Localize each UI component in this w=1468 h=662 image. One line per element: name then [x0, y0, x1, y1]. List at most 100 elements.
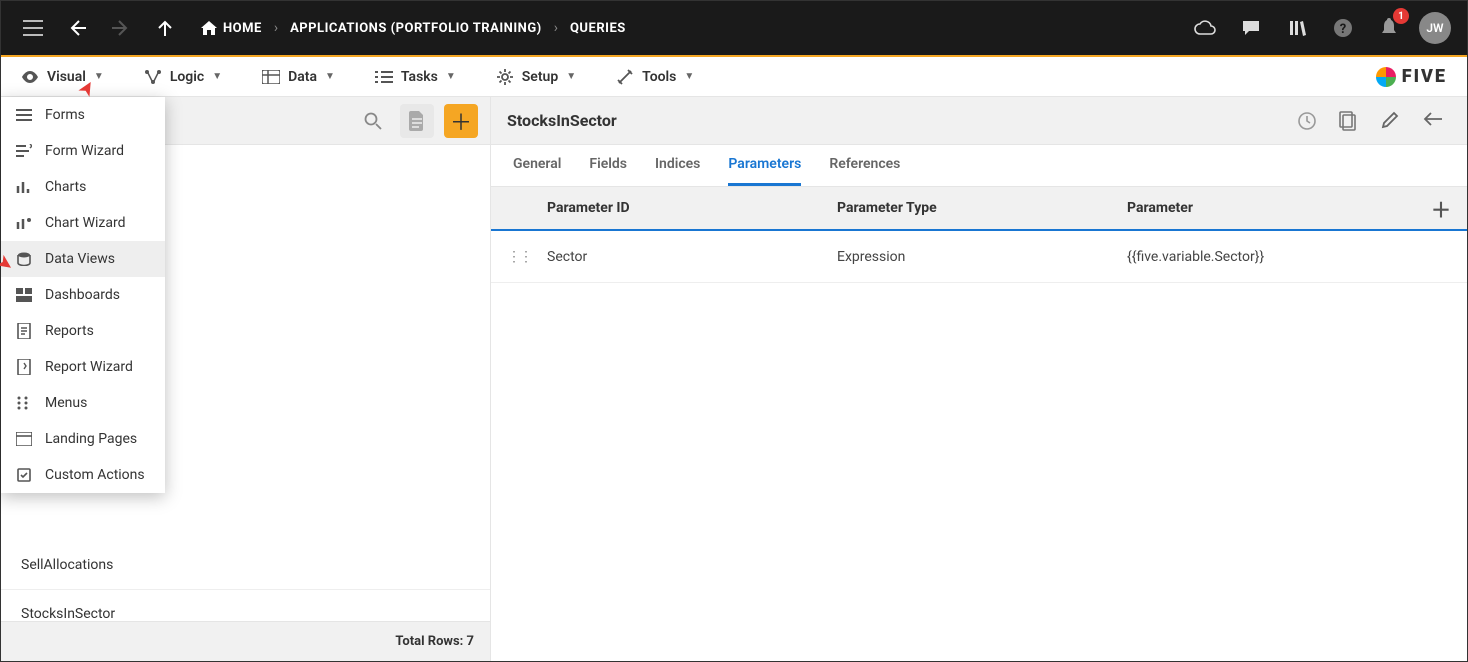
library-icon[interactable]	[1281, 12, 1313, 44]
gear-icon	[496, 68, 514, 86]
breadcrumb-home[interactable]: HOME	[201, 21, 262, 36]
menu-tasks[interactable]: Tasks ▼	[375, 68, 456, 86]
menu-logic[interactable]: Logic ▼	[144, 68, 222, 86]
dropdown-label: Dashboards	[45, 287, 120, 303]
chevron-down-icon: ▼	[212, 71, 222, 82]
pinwheel-icon	[1376, 67, 1396, 87]
dropdown-item-menus[interactable]: Menus	[1, 385, 165, 421]
tab-references[interactable]: References	[829, 145, 900, 186]
top-bar: HOME › APPLICATIONS (PORTFOLIO TRAINING)…	[1, 1, 1467, 57]
cell-parameter-id: Sector	[547, 249, 837, 265]
menu-tools-label: Tools	[642, 69, 676, 85]
search-icon[interactable]	[356, 104, 390, 138]
main-area: ＋ Forms Form Wizard Charts Chart Wizard	[1, 97, 1467, 661]
drag-handle-icon[interactable]: ⋮⋮	[507, 249, 547, 265]
breadcrumb-applications[interactable]: APPLICATIONS (PORTFOLIO TRAINING)	[290, 21, 542, 36]
svg-text:?: ?	[1340, 22, 1346, 37]
menu-visual[interactable]: Visual ▼	[21, 68, 104, 86]
total-rows-label: Total Rows: 7	[395, 634, 474, 649]
topbar-right: ? 1 JW	[1189, 12, 1451, 44]
chat-icon[interactable]	[1235, 12, 1267, 44]
list-item-label: StocksInSector	[21, 606, 115, 621]
right-pane: StocksInSector General Fields Indices	[491, 97, 1467, 661]
chevron-right-icon: ›	[274, 20, 278, 36]
custom-actions-icon	[15, 466, 33, 484]
dropdown-item-data-views[interactable]: Data Views	[1, 241, 165, 277]
eye-icon	[21, 68, 39, 86]
dropdown-label: Report Wizard	[45, 359, 133, 375]
copy-icon[interactable]	[1339, 111, 1367, 131]
forward-icon	[105, 12, 137, 44]
charts-icon	[15, 178, 33, 196]
list-item-label: SellAllocations	[21, 557, 113, 573]
tab-indices[interactable]: Indices	[655, 145, 700, 186]
tab-label: General	[513, 156, 561, 172]
dropdown-label: Charts	[45, 179, 86, 195]
dropdown-item-form-wizard[interactable]: Form Wizard	[1, 133, 165, 169]
form-wizard-icon	[15, 142, 33, 160]
data-icon	[262, 68, 280, 86]
chevron-down-icon: ▼	[94, 71, 104, 82]
menu-tools[interactable]: Tools ▼	[616, 68, 694, 86]
data-views-icon	[15, 250, 33, 268]
tab-fields[interactable]: Fields	[589, 145, 627, 186]
dropdown-label: Form Wizard	[45, 143, 124, 159]
visual-dropdown: Forms Form Wizard Charts Chart Wizard Da…	[1, 97, 165, 493]
hamburger-icon[interactable]	[17, 12, 49, 44]
cloud-icon[interactable]	[1189, 12, 1221, 44]
menu-visual-label: Visual	[47, 69, 86, 85]
dropdown-item-reports[interactable]: Reports	[1, 313, 165, 349]
toolbar: Visual ▼ Logic ▼ Data ▼ Tasks ▼ Setup ▼ …	[1, 57, 1467, 97]
tab-label: Fields	[589, 156, 627, 172]
menu-data[interactable]: Data ▼	[262, 68, 335, 86]
dropdown-label: Forms	[45, 107, 85, 123]
list-item[interactable]: StocksInSector	[1, 590, 490, 621]
back-arrow-icon[interactable]	[1423, 111, 1451, 131]
breadcrumb-home-label: HOME	[223, 21, 262, 36]
dropdown-item-chart-wizard[interactable]: Chart Wizard	[1, 205, 165, 241]
back-icon[interactable]	[61, 12, 93, 44]
notifications-icon[interactable]: 1	[1373, 12, 1405, 44]
right-header: StocksInSector	[491, 97, 1467, 145]
chart-wizard-icon	[15, 214, 33, 232]
add-row-button[interactable]: ＋	[1411, 194, 1451, 223]
dropdown-item-forms[interactable]: Forms	[1, 97, 165, 133]
brand-label: FIVE	[1402, 66, 1447, 87]
breadcrumb-applications-label: APPLICATIONS (PORTFOLIO TRAINING)	[290, 21, 542, 36]
topbar-left: HOME › APPLICATIONS (PORTFOLIO TRAINING)…	[17, 12, 626, 44]
tools-icon	[616, 68, 634, 86]
dropdown-item-report-wizard[interactable]: Report Wizard	[1, 349, 165, 385]
history-icon[interactable]	[1297, 111, 1325, 131]
tab-parameters[interactable]: Parameters	[728, 145, 801, 186]
menu-setup[interactable]: Setup ▼	[496, 68, 576, 86]
add-button[interactable]: ＋	[444, 104, 478, 138]
menu-setup-label: Setup	[522, 69, 558, 85]
document-icon[interactable]	[400, 104, 434, 138]
edit-icon[interactable]	[1381, 111, 1409, 131]
notification-badge: 1	[1393, 8, 1409, 24]
home-icon	[201, 21, 217, 35]
dropdown-item-charts[interactable]: Charts	[1, 169, 165, 205]
table-row[interactable]: ⋮⋮ Sector Expression {{five.variable.Sec…	[491, 231, 1467, 283]
left-footer: Total Rows: 7	[1, 621, 490, 661]
breadcrumb-queries[interactable]: QUERIES	[570, 21, 626, 36]
breadcrumb: HOME › APPLICATIONS (PORTFOLIO TRAINING)…	[201, 20, 626, 36]
landing-pages-icon	[15, 430, 33, 448]
grid-header: Parameter ID Parameter Type Parameter ＋	[491, 187, 1467, 231]
dropdown-item-landing-pages[interactable]: Landing Pages	[1, 421, 165, 457]
dropdown-item-dashboards[interactable]: Dashboards	[1, 277, 165, 313]
menus-icon	[15, 394, 33, 412]
dropdown-item-custom-actions[interactable]: Custom Actions	[1, 457, 165, 493]
up-icon[interactable]	[149, 12, 181, 44]
list-item[interactable]: SellAllocations	[1, 541, 490, 590]
report-wizard-icon	[15, 358, 33, 376]
help-icon[interactable]: ?	[1327, 12, 1359, 44]
avatar[interactable]: JW	[1419, 12, 1451, 44]
dropdown-label: Menus	[45, 395, 87, 411]
forms-icon	[15, 106, 33, 124]
tab-general[interactable]: General	[513, 145, 561, 186]
chevron-down-icon: ▼	[684, 71, 694, 82]
dropdown-label: Reports	[45, 323, 94, 339]
col-header-type: Parameter Type	[837, 200, 1127, 216]
cell-parameter-value: {{five.variable.Sector}}	[1127, 249, 1411, 265]
